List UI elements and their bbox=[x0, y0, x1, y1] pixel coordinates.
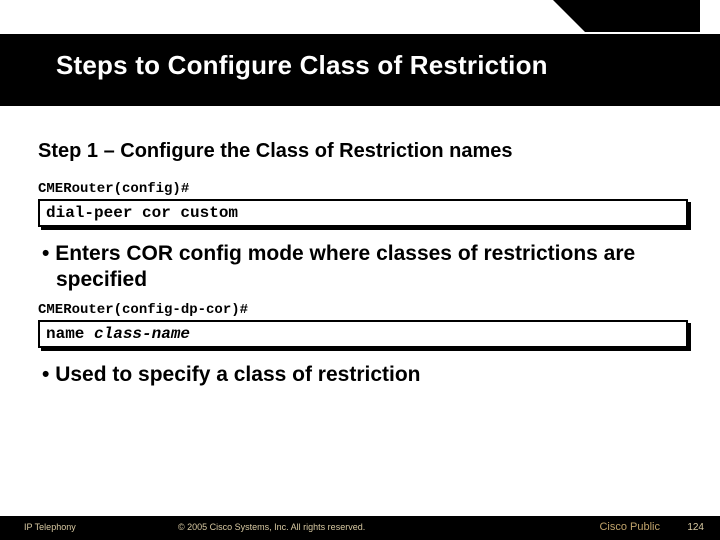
bullet-1-text: Enters COR config mode where classes of … bbox=[55, 242, 635, 291]
corner-tab bbox=[585, 0, 700, 32]
footer-page-number: 124 bbox=[687, 522, 704, 533]
command-box-1: dial-peer cor custom bbox=[38, 199, 688, 227]
footer-bar: IP Telephony © 2005 Cisco Systems, Inc. … bbox=[0, 516, 720, 540]
cli-prompt-1: CMERouter(config)# bbox=[38, 181, 688, 197]
bullet-2-text: Used to specify a class of restriction bbox=[55, 363, 420, 386]
cli-prompt-2: CMERouter(config-dp-cor)# bbox=[38, 302, 688, 318]
command-2-arg: class-name bbox=[94, 325, 190, 343]
slide: Steps to Configure Class of Restriction … bbox=[0, 0, 720, 540]
bullet-1: • Enters COR config mode where classes o… bbox=[38, 241, 688, 294]
content-area: Step 1 – Configure the Class of Restrict… bbox=[38, 140, 688, 396]
command-2-literal: name bbox=[46, 325, 94, 343]
command-box-2: name class-name bbox=[38, 320, 688, 348]
command-1-text: dial-peer cor custom bbox=[46, 204, 238, 222]
footer-left: IP Telephony bbox=[24, 522, 76, 532]
footer-public: Cisco Public bbox=[599, 521, 660, 533]
bullet-2: • Used to specify a class of restriction bbox=[38, 362, 688, 388]
step-heading: Step 1 – Configure the Class of Restrict… bbox=[38, 140, 688, 163]
footer-copyright: © 2005 Cisco Systems, Inc. All rights re… bbox=[178, 522, 365, 532]
slide-title: Steps to Configure Class of Restriction bbox=[56, 50, 548, 81]
